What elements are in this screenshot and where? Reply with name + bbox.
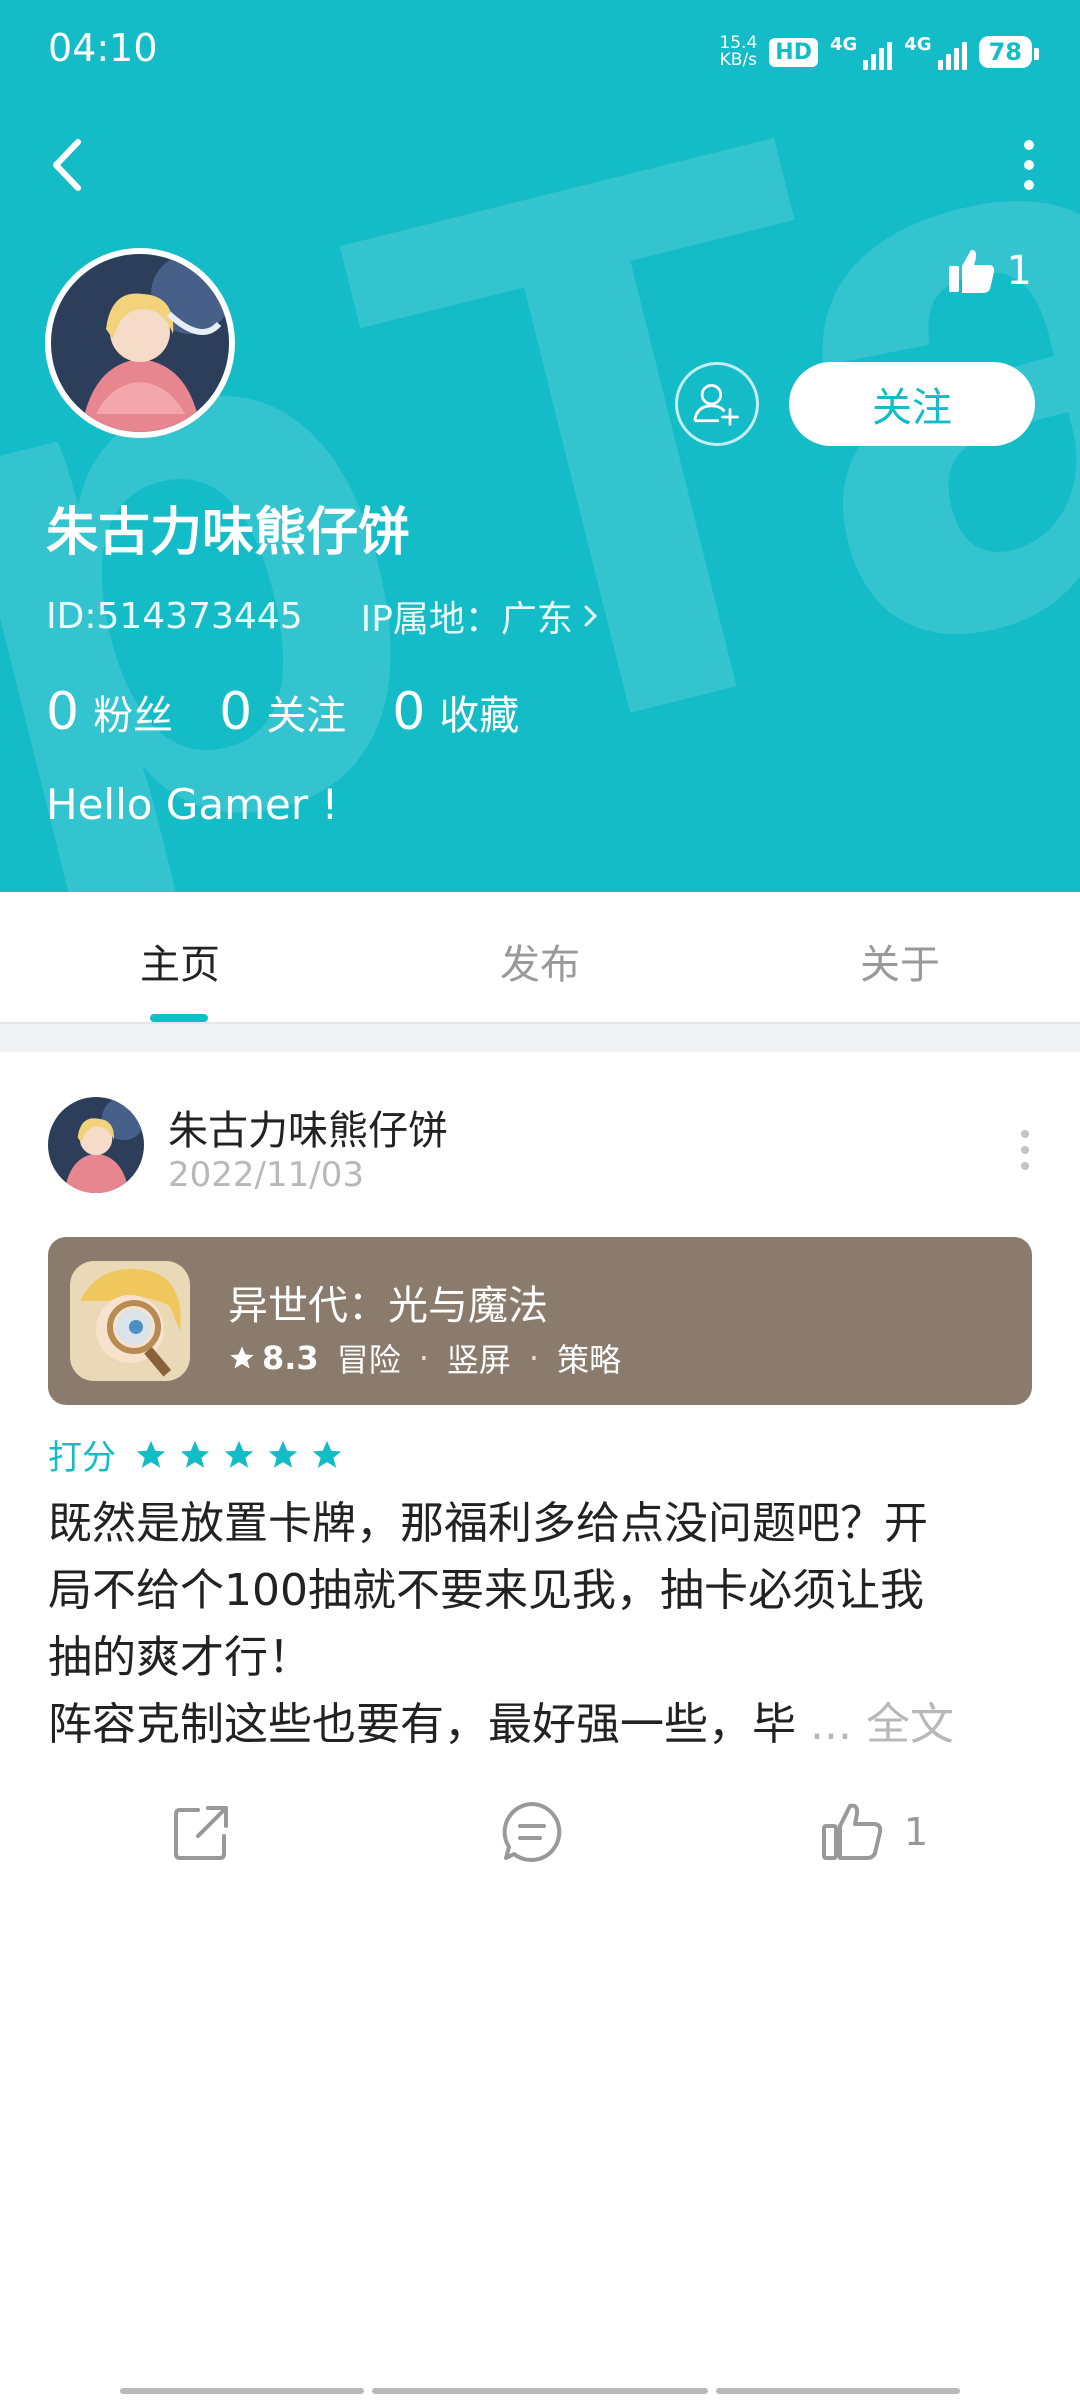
stat-fans[interactable]: 0 粉丝 [46, 682, 173, 742]
profile-header: pTa 04:10 15.4 KB/s HD 4G 4G 78 1 关注 朱古力… [0, 0, 1080, 892]
rating-row: 打分 [48, 1430, 344, 1479]
post-body-line: 局不给个100抽就不要来见我，抽卡必须让我 [48, 1565, 924, 1616]
tab-home[interactable]: 主页 [0, 932, 360, 990]
net-speed-unit: KB/s [719, 50, 758, 70]
add-friend-icon[interactable] [675, 362, 759, 446]
tab-about[interactable]: 关于 [720, 932, 1080, 990]
nav-handle [716, 2388, 960, 2394]
share-icon [174, 1806, 228, 1860]
user-id: ID:514373445 [46, 595, 303, 637]
back-arrow-icon[interactable] [40, 130, 100, 200]
game-icon [70, 1261, 190, 1381]
game-tag: 策略 [557, 1341, 622, 1379]
star-icon [224, 1440, 254, 1468]
signal-icon: 4G [829, 34, 893, 70]
game-score-value: 8.3 [262, 1339, 319, 1377]
nav-handle [120, 2388, 364, 2394]
game-score: 8.3 [228, 1339, 319, 1377]
stat-label: 粉丝 [93, 693, 174, 739]
stat-number: 0 [392, 682, 426, 742]
star-icon [180, 1440, 210, 1468]
profile-stats: 0 粉丝 0 关注 0 收藏 [46, 682, 519, 742]
post-date: 2022/11/03 [168, 1155, 364, 1195]
profile-like-count: 1 [1006, 248, 1032, 294]
hd-voice-icon: HD [769, 37, 818, 67]
game-name: 异世代：光与魔法 [228, 1283, 548, 1329]
stat-number: 0 [46, 682, 80, 742]
post-body-line: 既然是放置卡牌，那福利多给点没问题吧？开 [48, 1498, 928, 1549]
star-icon [312, 1440, 342, 1468]
post-body-line-last: 阵容克制这些也要有，最好强一些，毕 ... 全文 [48, 1691, 1038, 1758]
post-actions: 1 [0, 1800, 1080, 1880]
stat-favorites[interactable]: 0 收藏 [392, 682, 519, 742]
status-indicators: 15.4 KB/s HD 4G 4G 78 [719, 30, 1040, 74]
game-card[interactable]: 异世代：光与魔法 8.3 冒险 · 竖屏 · 策略 [48, 1237, 1032, 1405]
section-divider [0, 1024, 1080, 1052]
star-icon [230, 1346, 254, 1369]
avatar-image [51, 254, 229, 432]
post-more-icon[interactable] [1010, 1125, 1040, 1175]
stat-label: 收藏 [439, 693, 520, 739]
tab-posts[interactable]: 发布 [360, 932, 720, 990]
profile-like-button[interactable]: 1 [947, 246, 1032, 296]
post-body[interactable]: 既然是放置卡牌，那福利多给点没问题吧？开 局不给个100抽就不要来见我，抽卡必须… [48, 1490, 1038, 1758]
avatar-image [48, 1097, 144, 1193]
battery-icon: 78 [978, 36, 1040, 68]
svg-text:pTa: pTa [0, 40, 1080, 892]
like-count: 1 [904, 1810, 929, 1854]
network-speed: 15.4 KB/s [719, 35, 757, 69]
like-button[interactable]: 1 [820, 1800, 928, 1864]
profile-meta: ID:514373445 IP属地：广东 [46, 590, 601, 642]
status-time: 04:10 [48, 26, 158, 70]
signal-type-label: 4G [904, 34, 932, 55]
brand-watermark: pTa [0, 40, 1080, 892]
follow-button[interactable]: 关注 [789, 362, 1035, 446]
stat-number: 0 [219, 682, 253, 742]
thumbs-up-icon [948, 249, 994, 293]
comment-icon [502, 1802, 562, 1862]
profile-nickname: 朱古力味熊仔饼 [46, 503, 411, 563]
post-author-avatar[interactable] [48, 1097, 144, 1193]
post-body-line: 阵容克制这些也要有，最好强一些，毕 [48, 1699, 796, 1750]
profile-tabs: 主页 发布 关于 [0, 892, 1080, 1024]
game-tags: 8.3 冒险 · 竖屏 · 策略 [228, 1335, 621, 1381]
profile-bio: Hello Gamer ! [46, 780, 339, 829]
signal-type-label: 4G [829, 34, 858, 55]
post-author-name[interactable]: 朱古力味熊仔饼 [168, 1098, 448, 1156]
rating-label: 打分 [48, 1438, 116, 1478]
star-icon [268, 1440, 298, 1468]
chevron-right-icon [584, 605, 598, 627]
tag-separator: · [418, 1339, 429, 1377]
active-tab-indicator [150, 1014, 208, 1022]
status-bar: 04:10 15.4 KB/s HD 4G 4G 78 [0, 0, 1080, 100]
star-icon [136, 1440, 166, 1468]
game-tag: 竖屏 [446, 1341, 511, 1379]
ip-location-link[interactable]: IP属地：广东 [361, 590, 601, 642]
avatar[interactable] [45, 248, 235, 438]
ip-location: IP属地：广东 [360, 599, 573, 640]
share-button[interactable] [170, 1800, 234, 1864]
signal-icon: 4G [904, 34, 967, 70]
stat-label: 关注 [266, 693, 347, 739]
tag-separator: · [528, 1339, 540, 1377]
stat-following[interactable]: 0 关注 [219, 682, 346, 742]
read-more-link[interactable]: ... 全文 [810, 1699, 954, 1750]
nav-handle [372, 2388, 708, 2394]
post-body-line: 抽的爽才行！ [48, 1632, 312, 1683]
comment-button[interactable] [500, 1800, 564, 1864]
thumbs-up-icon [822, 1803, 883, 1860]
game-tag: 冒险 [336, 1341, 401, 1379]
more-vertical-icon[interactable] [1014, 135, 1044, 195]
game-icon-image [70, 1261, 190, 1381]
